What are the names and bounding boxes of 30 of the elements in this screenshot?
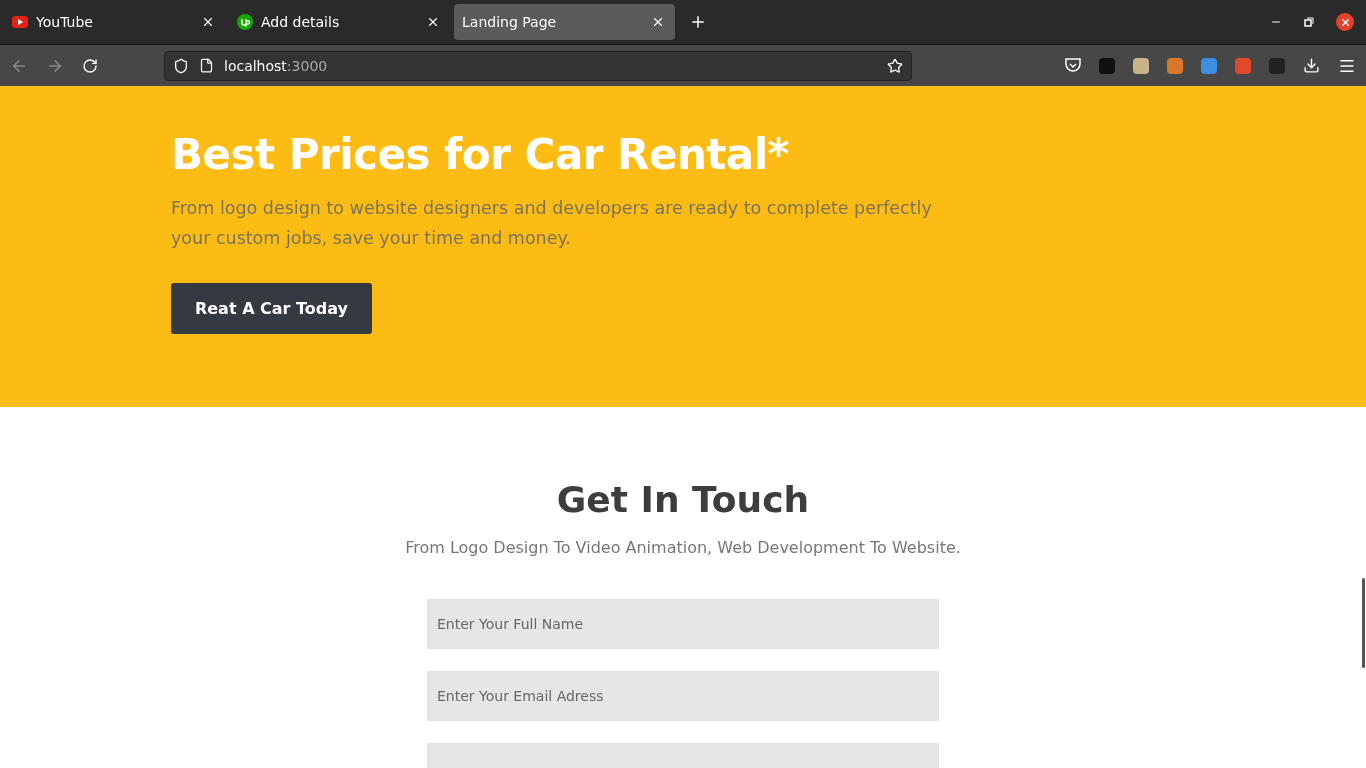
browser-tab[interactable]: Add details bbox=[229, 4, 450, 40]
url-text: localhost:3000 bbox=[224, 57, 329, 74]
section-title: Get In Touch bbox=[556, 479, 810, 520]
play-logo-icon bbox=[12, 14, 28, 30]
input-field[interactable]: Enter Your Email Adress bbox=[427, 671, 939, 721]
pocket-icon[interactable] bbox=[1065, 58, 1081, 73]
page-icon bbox=[199, 58, 214, 73]
close-icon[interactable] bbox=[426, 15, 440, 29]
close-window-icon[interactable] bbox=[1336, 13, 1354, 31]
hero-title: Best Prices for Car Rental* bbox=[171, 130, 791, 179]
close-icon[interactable] bbox=[651, 15, 665, 29]
download-icon[interactable] bbox=[1303, 57, 1320, 74]
star-icon[interactable] bbox=[887, 57, 903, 74]
rent-car-button[interactable]: Reat A Car Today bbox=[171, 283, 372, 334]
input-field[interactable]: Enter Your Full Name bbox=[427, 599, 939, 649]
extension-icon[interactable] bbox=[1133, 57, 1149, 74]
scrollbar-thumb[interactable] bbox=[1362, 578, 1365, 668]
hero-text: From logo design to website designers and developers are ready to complete perfectly your custom jobs, save your time and money. bbox=[171, 197, 933, 250]
up-logo-icon bbox=[237, 14, 253, 30]
restore-icon[interactable] bbox=[1304, 17, 1314, 27]
close-icon[interactable] bbox=[201, 15, 215, 29]
shield-icon bbox=[173, 57, 189, 74]
extension-icon[interactable] bbox=[1167, 57, 1183, 74]
section-subtitle: From Logo Design To Video Animation, Web Development To Website. bbox=[405, 538, 961, 557]
new-tab-icon[interactable] bbox=[689, 13, 707, 31]
address-bar[interactable]: localhost:3000 bbox=[164, 50, 912, 81]
extension-icon[interactable] bbox=[1201, 57, 1217, 74]
reload-icon[interactable] bbox=[82, 57, 98, 74]
browser-tab[interactable]: YouTube bbox=[4, 4, 225, 40]
browser-tab[interactable]: Landing Page bbox=[454, 4, 675, 40]
